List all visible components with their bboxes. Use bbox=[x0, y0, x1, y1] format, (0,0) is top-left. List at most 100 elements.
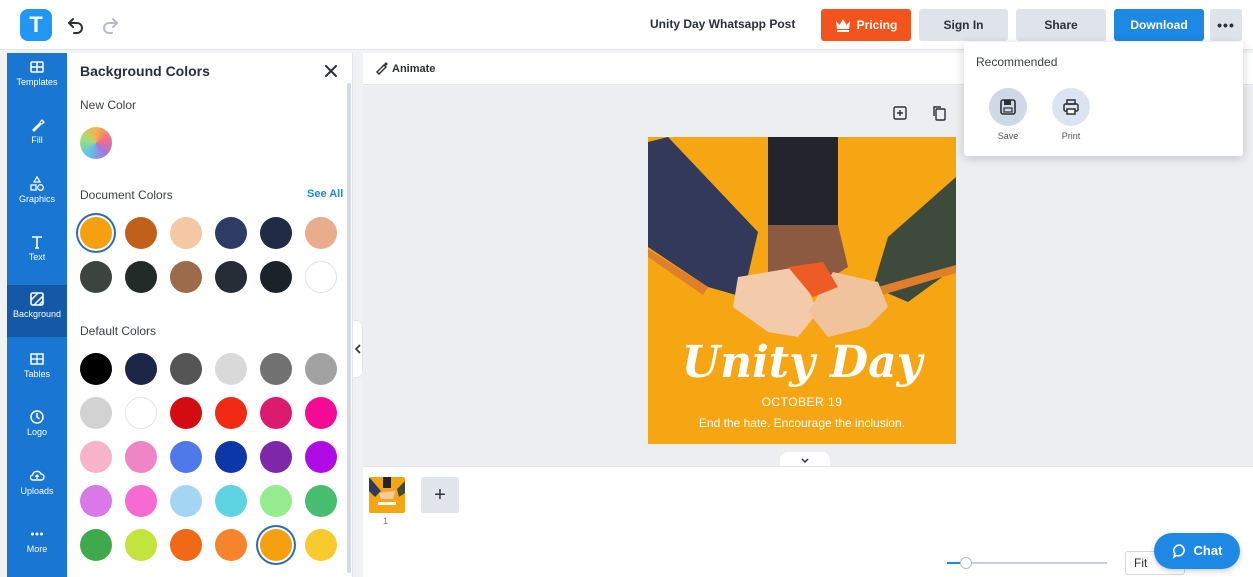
print-menu-item[interactable]: Print bbox=[1050, 88, 1092, 141]
color-swatch[interactable] bbox=[170, 261, 202, 293]
sidebar-item-label: Logo bbox=[26, 427, 48, 437]
chat-bubble-icon bbox=[1172, 544, 1185, 559]
color-swatch[interactable] bbox=[215, 485, 247, 517]
color-swatch[interactable] bbox=[125, 529, 157, 561]
sidebar-item-tables[interactable]: Tables bbox=[7, 345, 67, 393]
background-colors-panel: Background Colors New Color Document Col… bbox=[67, 53, 353, 577]
sidebar-item-uploads[interactable]: Uploads bbox=[7, 462, 67, 510]
zoom-slider[interactable] bbox=[947, 557, 1107, 569]
color-swatch[interactable] bbox=[80, 353, 112, 385]
document-colors-grid bbox=[80, 217, 337, 293]
chat-button[interactable]: Chat bbox=[1154, 533, 1240, 569]
graphics-icon bbox=[30, 176, 44, 191]
color-swatch[interactable] bbox=[125, 485, 157, 517]
sidebar-item-label: Templates bbox=[16, 77, 58, 87]
color-swatch[interactable] bbox=[215, 397, 247, 429]
color-swatch[interactable] bbox=[260, 217, 292, 249]
undo-icon[interactable] bbox=[64, 13, 88, 37]
collapse-panel-button[interactable] bbox=[353, 320, 363, 378]
color-swatch[interactable] bbox=[80, 261, 112, 293]
color-swatch[interactable] bbox=[80, 397, 112, 429]
color-swatch[interactable] bbox=[260, 353, 292, 385]
color-swatch[interactable] bbox=[125, 397, 157, 429]
more-icon bbox=[31, 532, 43, 536]
color-swatch[interactable] bbox=[215, 261, 247, 293]
panel-scrollbar[interactable] bbox=[347, 83, 351, 573]
pricing-button[interactable]: Pricing bbox=[821, 9, 911, 41]
color-swatch[interactable] bbox=[125, 353, 157, 385]
app-logo[interactable]: T bbox=[20, 9, 52, 41]
color-swatch[interactable] bbox=[260, 397, 292, 429]
color-swatch[interactable] bbox=[80, 485, 112, 517]
color-swatch[interactable] bbox=[170, 397, 202, 429]
sidebar-item-fill[interactable]: Fill bbox=[7, 111, 67, 159]
see-all-link[interactable]: See All bbox=[307, 188, 343, 200]
save-menu-item[interactable]: Save bbox=[987, 88, 1029, 141]
color-swatch[interactable] bbox=[80, 529, 112, 561]
background-icon bbox=[30, 292, 44, 306]
chevron-down-icon bbox=[801, 458, 809, 464]
page-thumbnail[interactable] bbox=[369, 477, 405, 513]
save-label: Save bbox=[997, 131, 1019, 141]
color-swatch[interactable] bbox=[305, 441, 337, 473]
color-swatch[interactable] bbox=[305, 353, 337, 385]
sidebar-item-templates[interactable]: Templates bbox=[7, 53, 67, 101]
new-color-picker[interactable] bbox=[80, 127, 112, 159]
download-button[interactable]: Download bbox=[1114, 9, 1204, 41]
color-swatch[interactable] bbox=[215, 217, 247, 249]
sidebar-item-label: Uploads bbox=[20, 486, 54, 496]
new-color-label: New Color bbox=[80, 98, 137, 112]
color-swatch[interactable] bbox=[260, 485, 292, 517]
color-swatch[interactable] bbox=[215, 353, 247, 385]
more-options-button[interactable]: ••• bbox=[1210, 9, 1242, 41]
logo-icon bbox=[30, 410, 44, 424]
color-swatch[interactable] bbox=[170, 485, 202, 517]
artboard-tagline[interactable]: End the hate. Encourage the inclusion. bbox=[648, 416, 956, 430]
color-swatch[interactable] bbox=[80, 441, 112, 473]
zoom-slider-handle[interactable] bbox=[960, 557, 973, 569]
fill-icon bbox=[32, 119, 45, 132]
add-page-button[interactable]: + bbox=[421, 477, 459, 513]
color-swatch[interactable] bbox=[305, 217, 337, 249]
add-page-icon[interactable] bbox=[891, 104, 911, 124]
print-icon bbox=[1052, 88, 1090, 126]
color-swatch[interactable] bbox=[305, 261, 337, 293]
color-swatch[interactable] bbox=[125, 217, 157, 249]
color-swatch[interactable] bbox=[305, 397, 337, 429]
color-swatch[interactable] bbox=[215, 529, 247, 561]
design-artboard[interactable]: Unity Day OCTOBER 19 End the hate. Encou… bbox=[648, 137, 956, 444]
artboard-title[interactable]: Unity Day bbox=[648, 337, 956, 388]
redo-icon[interactable] bbox=[98, 13, 122, 37]
color-swatch[interactable] bbox=[170, 217, 202, 249]
animate-button[interactable]: Animate bbox=[375, 61, 435, 75]
sign-in-button[interactable]: Sign In bbox=[919, 9, 1008, 41]
document-title[interactable]: Unity Day Whatsapp Post bbox=[650, 17, 795, 31]
color-swatch[interactable] bbox=[305, 485, 337, 517]
artboard-date[interactable]: OCTOBER 19 bbox=[648, 395, 956, 409]
expand-pages-button[interactable] bbox=[780, 452, 830, 466]
color-swatch[interactable] bbox=[170, 441, 202, 473]
sidebar-item-graphics[interactable]: Graphics bbox=[7, 170, 67, 218]
default-colors-label: Default Colors bbox=[80, 324, 157, 338]
share-button[interactable]: Share bbox=[1016, 9, 1106, 41]
sidebar-item-more[interactable]: More bbox=[7, 520, 67, 568]
sidebar-item-label: Background bbox=[12, 309, 62, 319]
sidebar-item-background[interactable]: Background bbox=[7, 285, 67, 337]
close-icon[interactable] bbox=[321, 61, 341, 81]
pricing-label: Pricing bbox=[856, 18, 898, 32]
color-swatch[interactable] bbox=[260, 529, 292, 561]
color-swatch[interactable] bbox=[125, 261, 157, 293]
color-swatch[interactable] bbox=[305, 529, 337, 561]
color-swatch[interactable] bbox=[215, 441, 247, 473]
sidebar-item-logo[interactable]: Logo bbox=[7, 403, 67, 451]
color-swatch[interactable] bbox=[80, 217, 112, 249]
color-swatch[interactable] bbox=[170, 529, 202, 561]
duplicate-page-icon[interactable] bbox=[930, 104, 950, 124]
sidebar-item-label: Text bbox=[28, 252, 46, 262]
color-swatch[interactable] bbox=[125, 441, 157, 473]
color-swatch[interactable] bbox=[260, 261, 292, 293]
sidebar-item-label: Tables bbox=[23, 369, 50, 379]
color-swatch[interactable] bbox=[170, 353, 202, 385]
color-swatch[interactable] bbox=[260, 441, 292, 473]
sidebar-item-text[interactable]: Text bbox=[7, 228, 67, 276]
